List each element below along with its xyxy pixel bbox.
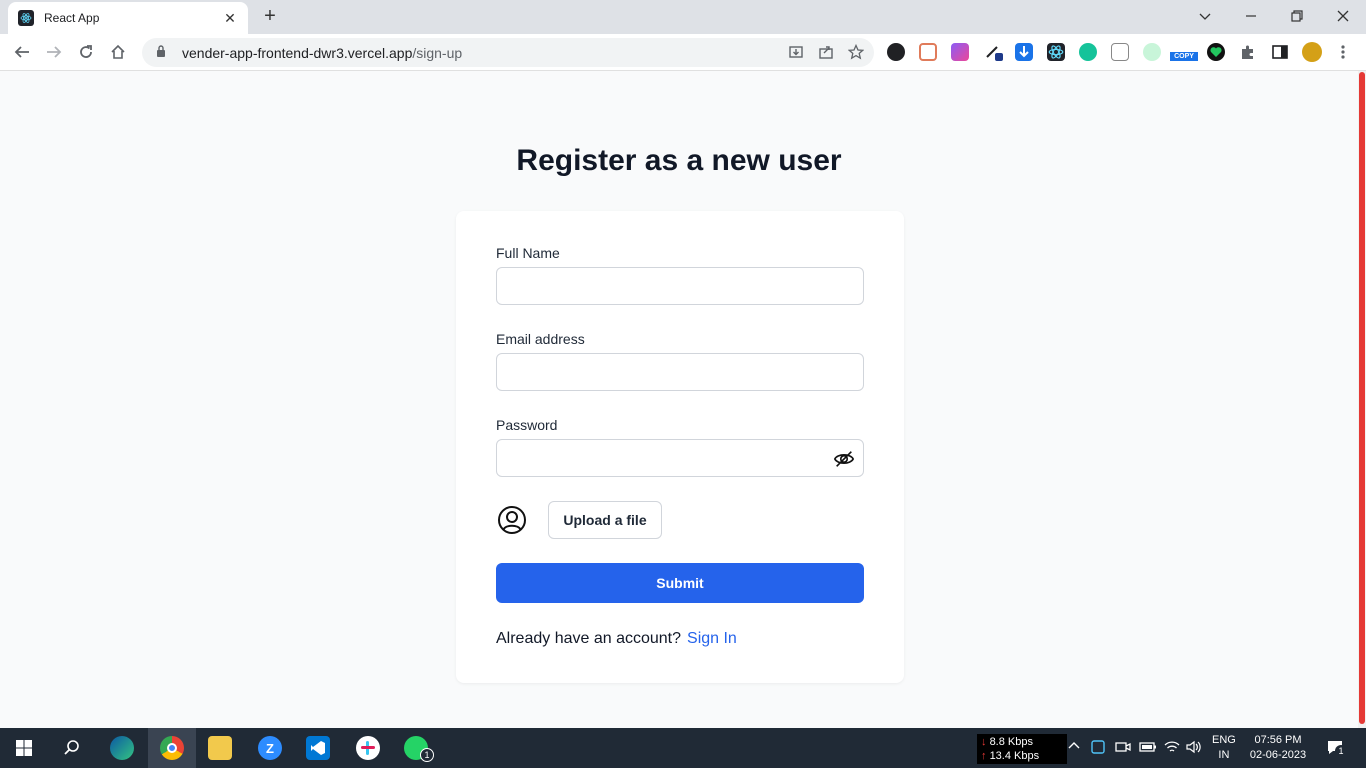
- email-label: Email address: [496, 331, 585, 347]
- zoom-icon[interactable]: Z: [258, 736, 282, 760]
- share-icon[interactable]: [818, 44, 834, 63]
- upload-file-button[interactable]: Upload a file: [548, 501, 662, 539]
- search-icon[interactable]: [60, 736, 84, 760]
- chevron-up-icon[interactable]: [1068, 740, 1080, 755]
- forward-icon[interactable]: [44, 42, 64, 62]
- full-name-input[interactable]: [496, 267, 864, 305]
- password-input[interactable]: [496, 439, 864, 477]
- windows-start-icon[interactable]: [12, 736, 36, 760]
- slack-icon[interactable]: [356, 736, 380, 760]
- back-icon[interactable]: [12, 42, 32, 62]
- reload-icon[interactable]: [76, 42, 96, 62]
- net-up: 13.4 Kbps: [989, 750, 1040, 762]
- copy-extension-icon[interactable]: COPY: [1170, 43, 1198, 61]
- extension-icon-8[interactable]: [1111, 43, 1129, 61]
- net-down: 8.8 Kbps: [989, 736, 1033, 748]
- new-tab-button[interactable]: +: [260, 6, 280, 26]
- grammarly-icon[interactable]: [1079, 43, 1097, 61]
- system-clock[interactable]: 07:56 PM 02-06-2023: [1245, 733, 1311, 763]
- windows-taskbar: Z 1 ↓ 8.8 Kbps ↑ 13.4 Kbps ENG IN 07:56 …: [0, 728, 1366, 768]
- volume-icon[interactable]: [1186, 740, 1202, 757]
- extension-icon-9[interactable]: [1143, 43, 1161, 61]
- chrome-icon[interactable]: [160, 736, 184, 760]
- wifi-icon[interactable]: [1164, 740, 1180, 757]
- bluetooth-tray-icon[interactable]: [1091, 740, 1105, 757]
- scrollbar-thumb[interactable]: [1359, 72, 1365, 724]
- signin-prompt-text: Already have an account?: [496, 630, 682, 647]
- restore-icon[interactable]: [1274, 0, 1320, 32]
- copy-badge: COPY: [1170, 52, 1198, 61]
- download-extension-icon[interactable]: [1015, 43, 1033, 61]
- extension-icon-4[interactable]: [985, 43, 1003, 61]
- page-title: Register as a new user: [516, 144, 842, 177]
- menu-dots-icon[interactable]: [1334, 43, 1352, 61]
- lang-line1: ENG: [1212, 734, 1236, 746]
- url-domain: vender-app-frontend-dwr3.vercel.app: [182, 44, 413, 61]
- react-devtools-icon[interactable]: [1047, 43, 1065, 61]
- user-avatar-icon: [498, 506, 526, 534]
- install-app-icon[interactable]: [788, 44, 804, 63]
- vscode-icon[interactable]: [306, 736, 330, 760]
- clock-date: 02-06-2023: [1249, 749, 1307, 761]
- signin-link[interactable]: Sign In: [687, 630, 737, 647]
- close-window-icon[interactable]: [1320, 0, 1366, 32]
- clock-time: 07:56 PM: [1254, 734, 1302, 746]
- email-input[interactable]: [496, 353, 864, 391]
- lock-icon: [156, 45, 172, 60]
- profile-avatar[interactable]: [1302, 42, 1322, 62]
- signup-form-card: Full Name Email address Password Upload …: [456, 211, 904, 683]
- battery-icon[interactable]: [1139, 740, 1157, 757]
- whatsapp-badge: 1: [420, 748, 434, 762]
- full-name-label: Full Name: [496, 245, 560, 261]
- signin-prompt-row: Already have an account? Sign In: [496, 630, 737, 648]
- browser-toolbar: vender-app-frontend-dwr3.vercel.app/sign…: [0, 34, 1366, 71]
- tab-search-icon[interactable]: [1182, 0, 1228, 32]
- extension-icon-3[interactable]: [951, 43, 969, 61]
- edge-browser-icon[interactable]: [110, 736, 134, 760]
- heart-extension-icon[interactable]: [1207, 43, 1225, 61]
- url-path: /sign-up: [412, 44, 463, 61]
- file-explorer-icon[interactable]: [208, 736, 232, 760]
- notification-badge: 1: [1335, 745, 1347, 757]
- extension-icon-2[interactable]: [919, 43, 937, 61]
- camera-tray-icon[interactable]: [1115, 740, 1131, 757]
- extensions-puzzle-icon[interactable]: [1239, 43, 1257, 61]
- lang-line2: IN: [1218, 749, 1230, 761]
- tab-title: React App: [44, 11, 100, 25]
- password-label: Password: [496, 417, 558, 433]
- whatsapp-icon[interactable]: 1: [404, 736, 434, 762]
- browser-tab[interactable]: React App ✕: [8, 2, 248, 34]
- language-indicator[interactable]: ENG IN: [1212, 733, 1236, 763]
- network-speed-meter: ↓ 8.8 Kbps ↑ 13.4 Kbps: [977, 734, 1067, 764]
- react-favicon-icon: [18, 10, 34, 26]
- extension-icon-1[interactable]: [887, 43, 905, 61]
- eye-slash-icon[interactable]: [833, 448, 855, 470]
- notification-center-icon[interactable]: 1: [1326, 738, 1347, 759]
- home-icon[interactable]: [108, 42, 128, 62]
- address-bar[interactable]: vender-app-frontend-dwr3.vercel.app/sign…: [142, 38, 874, 67]
- browser-tab-bar: React App ✕ +: [0, 0, 1366, 34]
- tab-close-icon[interactable]: ✕: [222, 10, 238, 27]
- minimize-icon[interactable]: [1228, 0, 1274, 32]
- submit-button[interactable]: Submit: [496, 563, 864, 603]
- bookmark-star-icon[interactable]: [847, 43, 865, 63]
- side-panel-icon[interactable]: [1271, 43, 1289, 61]
